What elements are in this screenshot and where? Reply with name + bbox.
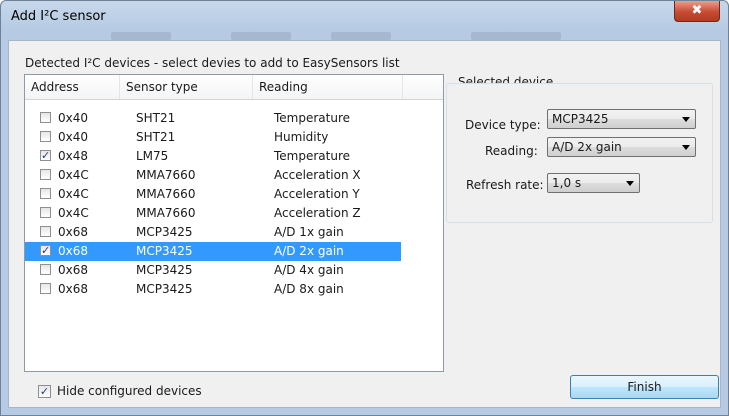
cell-reading: Acceleration X [274,168,361,182]
row-checkbox[interactable] [40,207,51,218]
window-title: Add I²C sensor [11,9,106,24]
cell-address: 0x4C [58,168,89,182]
row-checkbox[interactable] [40,169,51,180]
table-row[interactable]: 0x40 SHT21 Humidity [25,128,443,147]
cell-reading: A/D 8x gain [274,282,344,296]
finish-button[interactable]: Finish [570,375,719,399]
column-header-label: Sensor type [126,80,198,94]
table-row[interactable]: ✓ 0x68 MCP3425 A/D 2x gain [25,242,401,261]
table-row[interactable]: 0x68 MCP3425 A/D 8x gain [25,280,443,299]
background-blur-decoration [111,32,171,40]
column-header-sensor-type[interactable]: Sensor type [120,75,253,99]
refresh-rate-dropdown[interactable]: 1,0 s [547,173,640,193]
cell-sensor-type: MCP3425 [136,263,193,277]
cell-reading: Acceleration Y [274,187,360,201]
reading-value: A/D 2x gain [552,140,622,154]
cell-reading: Temperature [274,111,351,125]
cell-reading: A/D 2x gain [274,244,344,258]
column-header-address[interactable]: Address [25,75,120,99]
chevron-down-icon [682,117,690,122]
device-type-label: Device type: [465,118,541,132]
column-header-filler [403,75,441,99]
devices-list[interactable]: Address Sensor type Reading 0x40 SHT21 Tem… [24,74,444,372]
column-header-reading[interactable]: Reading [253,75,403,99]
device-type-value: MCP3425 [552,112,609,126]
cell-sensor-type: LM75 [136,149,169,163]
cell-address: 0x4C [58,187,89,201]
table-row[interactable]: 0x4C MMA7660 Acceleration Z [25,204,443,223]
row-checkbox[interactable] [40,264,51,275]
cell-address: 0x40 [58,111,89,125]
cell-address: 0x40 [58,130,89,144]
table-row[interactable]: ✓ 0x48 LM75 Temperature [25,147,443,166]
close-button[interactable]: ✖ [674,1,720,22]
close-icon: ✖ [691,3,703,18]
cell-reading: Humidity [274,130,329,144]
checkmark-icon: ✓ [39,385,50,398]
row-checkbox[interactable]: ✓ [40,245,51,256]
cell-reading: Temperature [274,149,351,163]
list-body: 0x40 SHT21 Temperature 0x40 SHT21 Humidity ✓ 0x… [25,109,443,299]
background-blur-decoration [231,32,291,40]
cell-address: 0x68 [58,282,89,296]
device-type-dropdown[interactable]: MCP3425 [547,109,696,129]
chevron-down-icon [682,145,690,150]
cell-sensor-type: MMA7660 [136,168,196,182]
chevron-down-icon [626,181,634,186]
cell-address: 0x4C [58,206,89,220]
table-row[interactable]: 0x4C MMA7660 Acceleration Y [25,185,443,204]
cell-reading: A/D 4x gain [274,263,344,277]
cell-reading: A/D 1x gain [274,225,344,239]
devices-group-label: Detected I²C devices - select devies to … [25,56,400,70]
cell-address: 0x48 [58,149,89,163]
cell-sensor-type: MCP3425 [136,225,193,239]
cell-address: 0x68 [58,263,89,277]
cell-sensor-type: MMA7660 [136,206,196,220]
background-blur-decoration [471,32,561,40]
finish-button-label: Finish [627,380,662,394]
cell-sensor-type: MCP3425 [136,282,193,296]
row-checkbox[interactable] [40,283,51,294]
background-blur-decoration [331,32,391,40]
row-checkbox[interactable] [40,131,51,142]
column-header-label: Address [31,80,79,94]
hide-configured-label: Hide configured devices [57,384,202,398]
reading-dropdown[interactable]: A/D 2x gain [547,137,696,157]
table-row[interactable]: 0x68 MCP3425 A/D 4x gain [25,261,443,280]
reading-label: Reading: [485,144,538,158]
row-checkbox[interactable] [40,226,51,237]
cell-address: 0x68 [58,244,89,258]
refresh-rate-label: Refresh rate: [466,178,544,192]
refresh-rate-value: 1,0 s [552,176,582,190]
row-checkbox[interactable] [40,112,51,123]
table-row[interactable]: 0x68 MCP3425 A/D 1x gain [25,223,443,242]
cell-sensor-type: SHT21 [136,130,176,144]
checkmark-icon: ✓ [41,149,51,162]
table-row[interactable]: 0x4C MMA7660 Acceleration X [25,166,443,185]
list-header: Address Sensor type Reading [25,75,443,100]
table-row[interactable]: 0x40 SHT21 Temperature [25,109,443,128]
cell-address: 0x68 [58,225,89,239]
title-bar[interactable]: Add I²C sensor ✖ [1,1,728,40]
row-checkbox[interactable]: ✓ [40,150,51,161]
cell-sensor-type: MMA7660 [136,187,196,201]
cell-reading: Acceleration Z [274,206,361,220]
hide-configured-checkbox[interactable]: ✓ [38,385,51,398]
checkmark-icon: ✓ [41,244,51,257]
cell-sensor-type: MCP3425 [136,244,193,258]
row-checkbox[interactable] [40,188,51,199]
cell-sensor-type: SHT21 [136,111,176,125]
column-header-label: Reading [259,80,308,94]
